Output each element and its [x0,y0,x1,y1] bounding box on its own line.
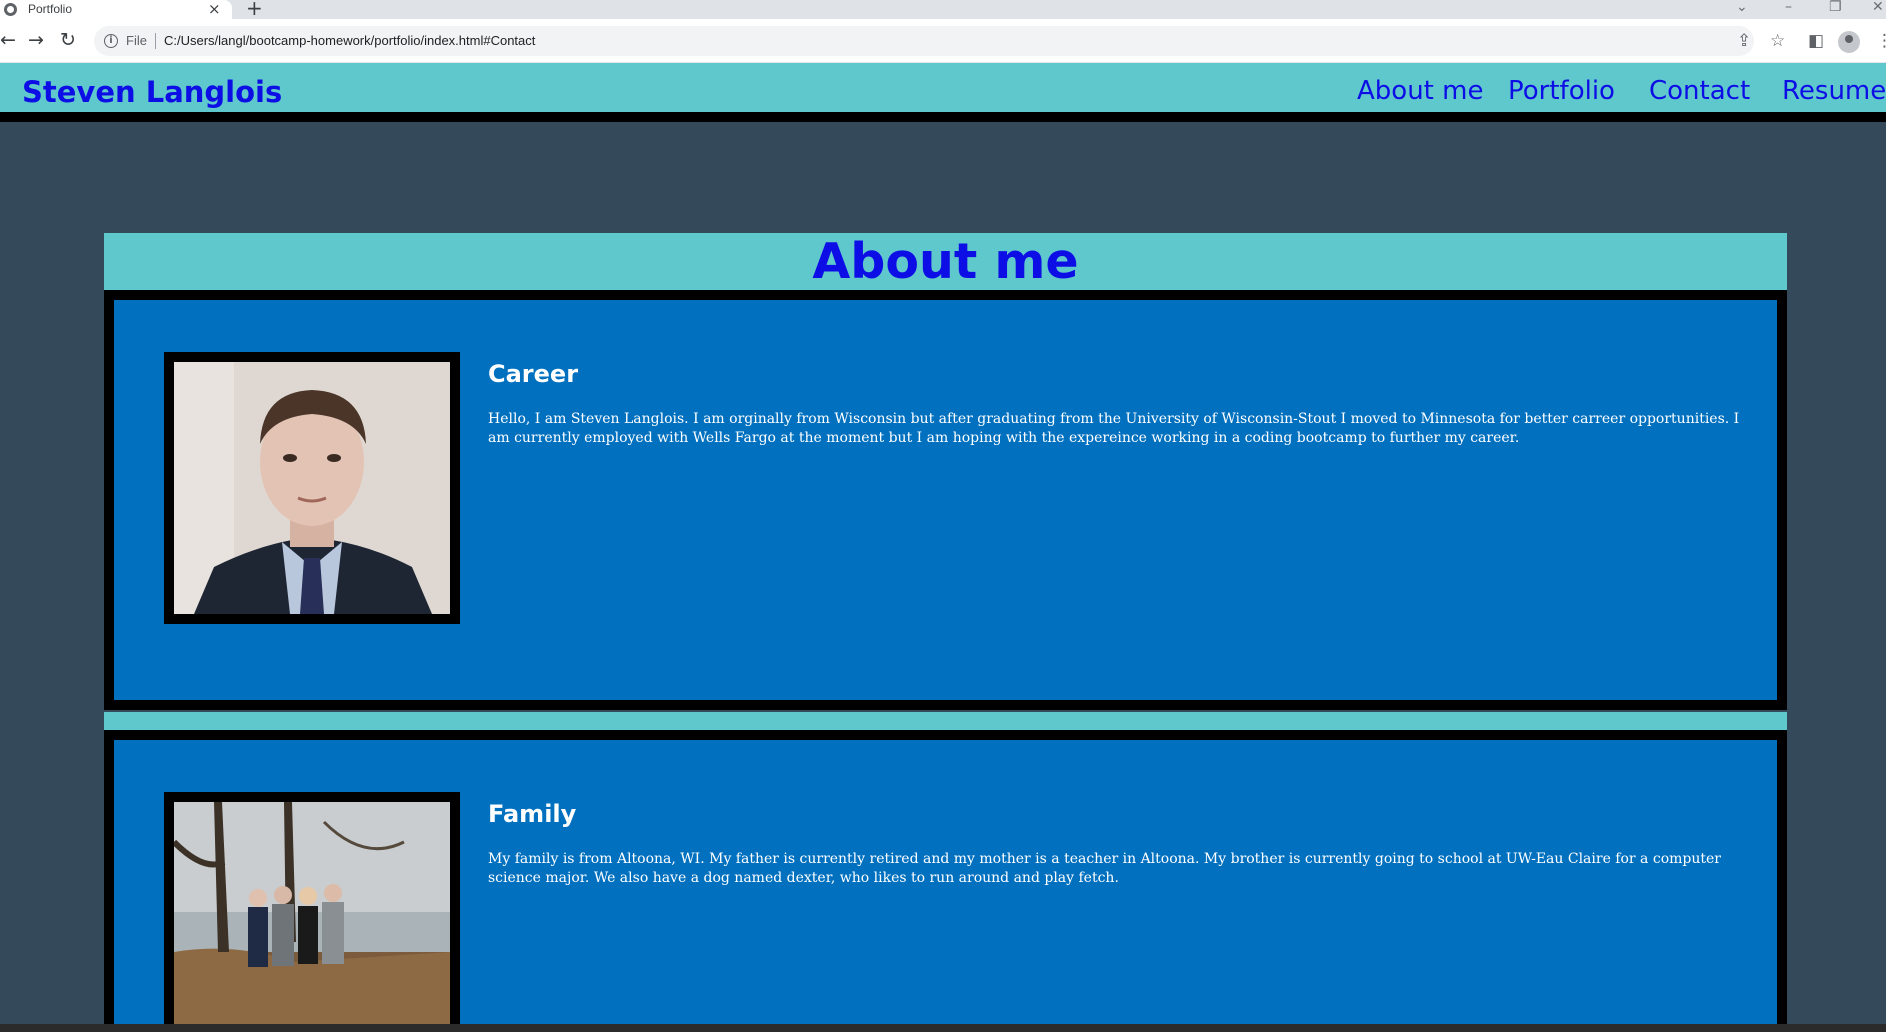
site-header: Steven Langlois About me Portfolio Conta… [0,63,1886,122]
new-tab-button[interactable]: + [246,0,263,18]
forward-icon[interactable]: → [28,29,44,51]
file-label: File [126,33,147,48]
career-text: Hello, I am Steven Langlois. I am orgina… [488,411,1740,446]
family-photo [174,802,450,1032]
career-card: Career Hello, I am Steven Langlois. I am… [104,290,1787,710]
star-icon[interactable]: ☆ [1770,31,1785,51]
nav-contact[interactable]: Contact [1649,76,1750,106]
window-close-icon[interactable]: ✕ [1872,0,1884,16]
portrait-photo [174,362,450,614]
about-section-header: About me [104,233,1787,290]
reload-icon[interactable]: ↻ [60,29,76,51]
bottom-edge [0,1024,1886,1032]
info-icon[interactable]: i [104,34,118,48]
omnibox-divider [155,33,156,49]
family-title: Family [488,800,577,828]
side-panel-icon[interactable]: ◧ [1808,31,1824,51]
profile-icon[interactable] [1838,31,1860,53]
minimize-icon[interactable]: – [1785,0,1792,16]
family-text: My family is from Altoona, WI. My father… [488,851,1721,886]
browser-toolbar: ← → ↻ i File C:/Users/langl/bootcamp-hom… [0,19,1886,63]
url-text[interactable]: C:/Users/langl/bootcamp-homework/portfol… [164,33,535,48]
close-tab-icon[interactable]: × [208,0,221,18]
address-bar[interactable]: i File C:/Users/langl/bootcamp-homework/… [94,26,1754,56]
browser-tab[interactable]: Portfolio × [0,0,232,19]
family-photo-frame [164,792,460,1032]
restore-icon[interactable]: ❐ [1829,0,1842,16]
portrait-photo-frame [164,352,460,624]
career-title: Career [488,360,579,388]
globe-icon [4,3,17,16]
browser-tabstrip: Portfolio × + ⌄ – ❐ ✕ [0,0,1886,19]
section-title: About me [812,233,1079,290]
share-icon[interactable]: ⇪ [1737,31,1751,51]
tab-title: Portfolio [28,2,73,16]
back-icon[interactable]: ← [0,29,16,51]
site-name[interactable]: Steven Langlois [22,75,282,109]
section-divider [104,712,1787,730]
family-card: Family My family is from Altoona, WI. My… [104,730,1787,1032]
nav-about-me[interactable]: About me [1357,76,1483,106]
tab-search-icon[interactable]: ⌄ [1736,0,1748,16]
nav-resume[interactable]: Resume [1782,76,1886,106]
menu-icon[interactable]: ⋮ [1876,31,1886,51]
nav-portfolio[interactable]: Portfolio [1508,76,1615,106]
